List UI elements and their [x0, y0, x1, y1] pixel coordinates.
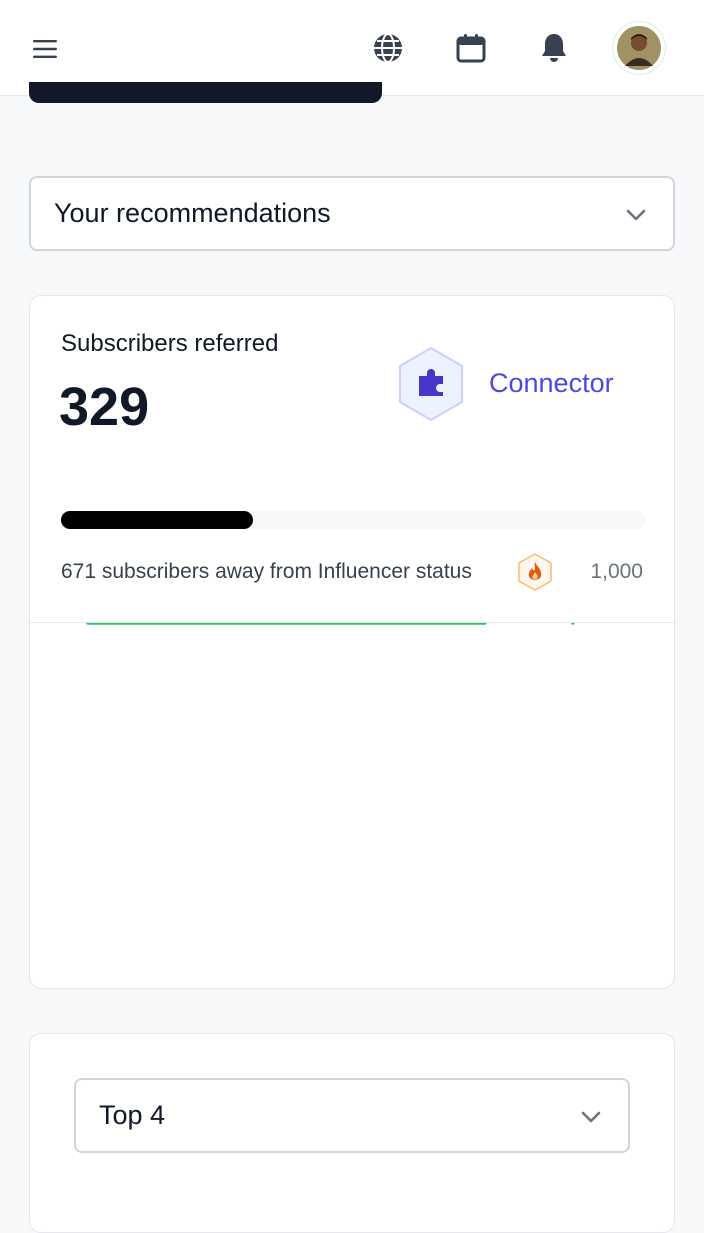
globe-button[interactable]: [368, 28, 408, 68]
puzzle-icon: [396, 346, 466, 422]
bell-icon: [539, 32, 569, 64]
progress-track: [61, 511, 645, 529]
subscribers-referred-label: Subscribers referred: [61, 330, 278, 358]
previous-button-edge[interactable]: [29, 82, 382, 103]
menu-icon: [32, 38, 58, 60]
user-avatar[interactable]: [613, 22, 665, 74]
calendar-icon: [455, 32, 487, 64]
fire-icon: [517, 553, 553, 591]
badge-name: Connector: [489, 368, 614, 399]
chevron-down-icon: [578, 1104, 604, 1130]
subscribers-referred-count: 329: [59, 376, 149, 438]
referrals-chart: [30, 623, 674, 983]
menu-button[interactable]: [26, 30, 64, 68]
progress-fill: [61, 511, 253, 529]
avatar-image: [613, 22, 665, 74]
goal-count: 1,000: [590, 560, 643, 584]
recommendations-select-value: Your recommendations: [54, 198, 331, 229]
top-select[interactable]: Top 4: [74, 1078, 630, 1153]
chevron-down-icon: [623, 202, 649, 228]
subscribers-away-text: 671 subscribers away from Influencer sta…: [61, 560, 472, 584]
globe-icon: [372, 32, 404, 64]
recommendations-select[interactable]: Your recommendations: [29, 176, 675, 251]
calendar-button[interactable]: [451, 28, 491, 68]
notifications-button[interactable]: [534, 28, 574, 68]
referrals-card: Subscribers referred 329 Connector 671 s…: [29, 295, 675, 989]
top-select-value: Top 4: [99, 1100, 165, 1131]
